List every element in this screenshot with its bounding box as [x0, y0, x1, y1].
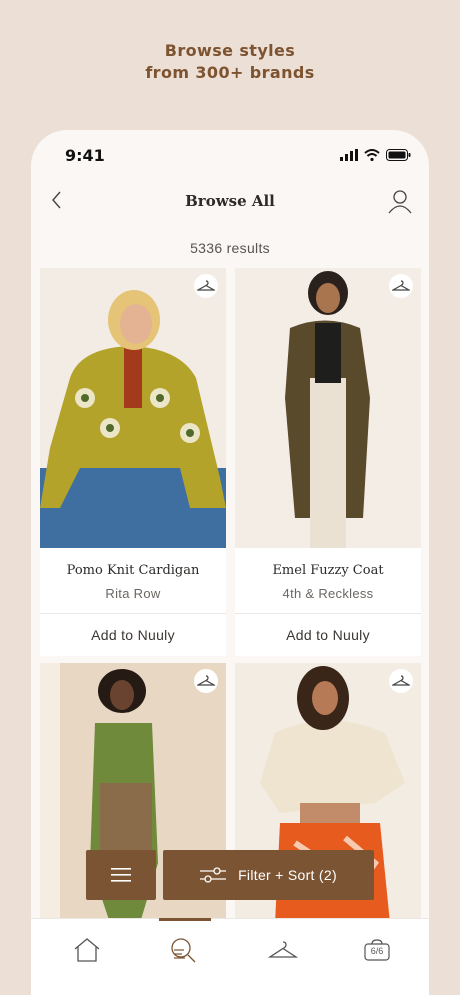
promo-headline: Browse styles from 300+ brands	[0, 40, 460, 84]
page-title: Browse All	[185, 192, 275, 210]
filter-sort-button[interactable]: Filter + Sort (2)	[163, 850, 374, 900]
menu-icon	[111, 868, 131, 882]
status-icons	[340, 148, 411, 166]
hanger-button[interactable]	[389, 669, 413, 693]
add-to-nuuly-button[interactable]: Add to Nuuly	[235, 614, 421, 656]
product-image[interactable]	[40, 268, 226, 548]
hanger-button[interactable]	[194, 669, 218, 693]
product-brand: Rita Row	[105, 586, 161, 601]
user-icon	[388, 190, 412, 214]
browse-search-icon	[171, 938, 196, 963]
hanger-icon	[197, 280, 215, 291]
promo-line-1: Browse styles	[164, 41, 296, 60]
product-name: Emel Fuzzy Coat	[272, 563, 384, 578]
status-time: 9:41	[65, 146, 105, 165]
hanger-icon	[392, 675, 410, 686]
add-to-nuuly-button[interactable]: Add to Nuuly	[40, 614, 226, 656]
hanger-icon	[268, 941, 298, 958]
product-card[interactable]: Pomo Knit Cardigan Rita Row Add to Nuuly	[40, 268, 226, 656]
filter-sort-label: Filter + Sort (2)	[238, 867, 337, 883]
home-icon	[74, 938, 100, 962]
menu-button[interactable]	[86, 850, 156, 900]
wifi-icon	[364, 148, 380, 166]
rack-icon: 6/6	[364, 939, 390, 961]
sliders-icon	[200, 867, 227, 883]
product-image[interactable]	[235, 268, 421, 548]
results-count: 5336 results	[190, 240, 270, 256]
promo-line-2: from 300+ brands	[145, 63, 315, 82]
active-tab-indicator	[159, 918, 211, 921]
account-button[interactable]	[385, 186, 415, 216]
hanger-icon	[392, 280, 410, 291]
battery-icon	[386, 148, 411, 166]
tab-home[interactable]	[67, 935, 107, 965]
hanger-icon	[197, 675, 215, 686]
product-name: Pomo Knit Cardigan	[66, 563, 200, 578]
tab-browse[interactable]	[163, 935, 203, 965]
rack-count-badge: 6/6	[370, 945, 384, 956]
phone-screen: 9:41 Browse All 5336 results Pomo Knit C…	[31, 130, 429, 995]
status-bar: 9:41	[31, 130, 429, 178]
product-brand: 4th & Reckless	[282, 586, 374, 601]
tab-rack[interactable]: 6/6	[357, 935, 397, 965]
navbar: Browse All	[31, 178, 429, 226]
hanger-button[interactable]	[389, 274, 413, 298]
product-card[interactable]: Emel Fuzzy Coat 4th & Reckless Add to Nu…	[235, 268, 421, 656]
tab-bar: 6/6	[31, 918, 429, 995]
hanger-button[interactable]	[194, 274, 218, 298]
tab-closet[interactable]	[263, 935, 303, 965]
signal-icon	[340, 148, 358, 166]
